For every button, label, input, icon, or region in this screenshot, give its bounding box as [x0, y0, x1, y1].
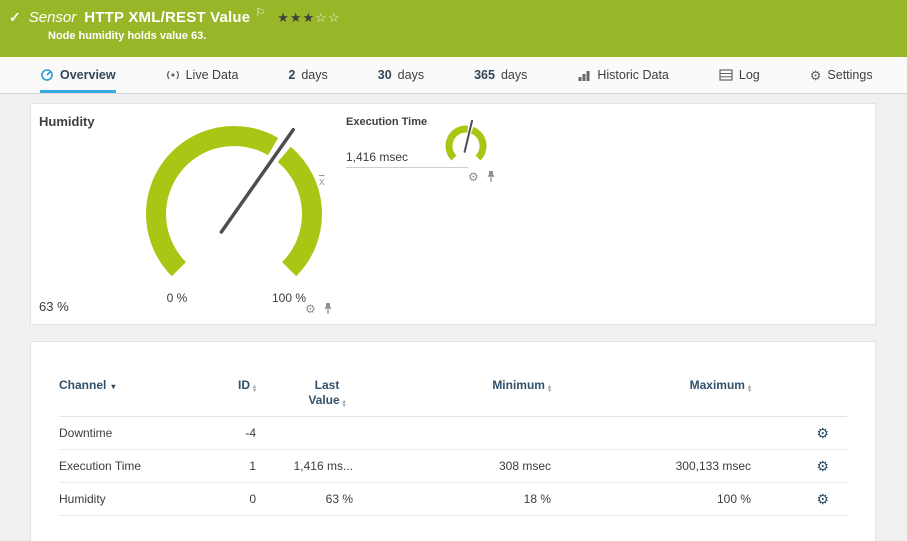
column-header-channel[interactable]: Channel▾: [59, 378, 199, 394]
tab-365-days-label: days: [501, 68, 527, 82]
gauge-min-label: 0 %: [167, 291, 188, 305]
table-header-row: Channel▾ ID▴▾ Last Value▴▾ Minimum▴▾ Max…: [59, 378, 847, 417]
column-header-id[interactable]: ID▴▾: [199, 378, 256, 393]
column-header-last-value[interactable]: Last Value▴▾: [256, 378, 353, 408]
tab-30-days-label: days: [398, 68, 424, 82]
execution-time-value: 1,416 msec: [346, 150, 408, 164]
channels-table: Channel▾ ID▴▾ Last Value▴▾ Minimum▴▾ Max…: [31, 378, 875, 516]
status-check-icon: ✓: [9, 9, 21, 26]
channel-settings-icon[interactable]: ⚙: [816, 425, 829, 441]
table-row: Execution Time 1 1,416 ms... 308 msec 30…: [59, 450, 847, 483]
sort-icon[interactable]: ▴▾: [748, 385, 751, 393]
sensor-title-row: ✓ Sensor HTTP XML/REST Value ⚐ ★★★☆☆: [0, 0, 907, 26]
gauges-panel: Humidity 0 % 100 % 63 % x ⚙ Execution Ti…: [30, 103, 876, 325]
live-data-icon: [166, 68, 180, 82]
tab-log-label: Log: [739, 68, 760, 82]
sort-caret-icon[interactable]: ▾: [111, 382, 115, 391]
gauge-pin-icon[interactable]: [323, 302, 333, 315]
tab-2-days[interactable]: 2 days: [288, 57, 327, 93]
tab-historic-data[interactable]: Historic Data: [577, 57, 669, 93]
tab-historic-data-label: Historic Data: [597, 68, 669, 82]
sort-icon[interactable]: ▴▾: [343, 400, 346, 408]
execution-time-gauge-title: Execution Time: [346, 116, 427, 128]
table-row: Downtime -4 ⚙: [59, 417, 847, 450]
tab-365-days[interactable]: 365 days: [474, 57, 527, 93]
tab-settings-label: Settings: [827, 68, 872, 82]
overview-icon: [40, 68, 54, 82]
tab-live-data[interactable]: Live Data: [166, 57, 239, 93]
stars-empty[interactable]: ☆☆: [315, 10, 340, 25]
execution-time-gauge: [436, 120, 496, 172]
cell-minimum: 18 %: [353, 492, 551, 506]
gauge-gear-icon[interactable]: ⚙: [305, 303, 316, 315]
tab-overview[interactable]: Overview: [40, 57, 116, 93]
tab-live-data-label: Live Data: [186, 68, 239, 82]
cell-channel: Humidity: [59, 492, 199, 506]
cell-minimum: 308 msec: [353, 459, 551, 473]
column-header-minimum[interactable]: Minimum▴▾: [353, 378, 551, 393]
tab-settings[interactable]: ⚙ Settings: [810, 57, 873, 93]
log-icon: [719, 69, 733, 81]
execution-time-gauge-controls: ⚙: [468, 170, 496, 183]
table-row: Humidity 0 63 % 18 % 100 % ⚙: [59, 483, 847, 516]
tab-log[interactable]: Log: [719, 57, 760, 93]
settings-gear-icon: ⚙: [810, 69, 822, 82]
sensor-header: ✓ Sensor HTTP XML/REST Value ⚐ ★★★☆☆ Nod…: [0, 0, 907, 57]
channel-settings-icon[interactable]: ⚙: [816, 491, 829, 507]
tab-overview-label: Overview: [60, 68, 116, 82]
priority-flag-icon[interactable]: ⚐: [255, 6, 265, 19]
cell-id: -4: [199, 426, 256, 440]
execution-time-divider: [346, 167, 468, 168]
cell-id: 0: [199, 492, 256, 506]
gauge-pin-icon[interactable]: [486, 170, 496, 183]
rating-stars[interactable]: ★★★☆☆: [277, 10, 340, 26]
tab-bar: Overview Live Data 2 days 30 days 365 da…: [0, 57, 907, 94]
channels-table-panel: Channel▾ ID▴▾ Last Value▴▾ Minimum▴▾ Max…: [30, 341, 876, 541]
cell-last-value: 1,416 ms...: [256, 459, 353, 473]
humidity-gauge-controls: ⚙: [305, 302, 333, 315]
cell-last-value: 63 %: [256, 492, 353, 506]
column-header-maximum[interactable]: Maximum▴▾: [551, 378, 751, 393]
tab-365-days-number: 365: [474, 68, 495, 82]
gauge-max-label: 100 %: [272, 291, 306, 305]
gauge-gear-icon[interactable]: ⚙: [468, 171, 479, 183]
average-toggle-icon[interactable]: x: [319, 176, 325, 188]
cell-maximum: 300,133 msec: [551, 459, 751, 473]
tab-2-days-number: 2: [288, 68, 295, 82]
sensor-name: HTTP XML/REST Value: [84, 9, 250, 26]
tab-2-days-label: days: [301, 68, 327, 82]
historic-data-icon: [577, 69, 591, 82]
humidity-gauge: 0 % 100 %: [119, 114, 349, 314]
cell-channel: Execution Time: [59, 459, 199, 473]
humidity-gauge-title: Humidity: [39, 114, 95, 129]
cell-id: 1: [199, 459, 256, 473]
sensor-status-text: Node humidity holds value 63.: [0, 26, 907, 42]
sensor-type-label: Sensor: [29, 9, 77, 26]
stars-filled[interactable]: ★★★: [277, 10, 315, 25]
tab-30-days-number: 30: [378, 68, 392, 82]
channel-settings-icon[interactable]: ⚙: [816, 458, 829, 474]
cell-maximum: 100 %: [551, 492, 751, 506]
cell-channel: Downtime: [59, 426, 199, 440]
tab-30-days[interactable]: 30 days: [378, 57, 424, 93]
humidity-current-value: 63 %: [39, 299, 69, 314]
